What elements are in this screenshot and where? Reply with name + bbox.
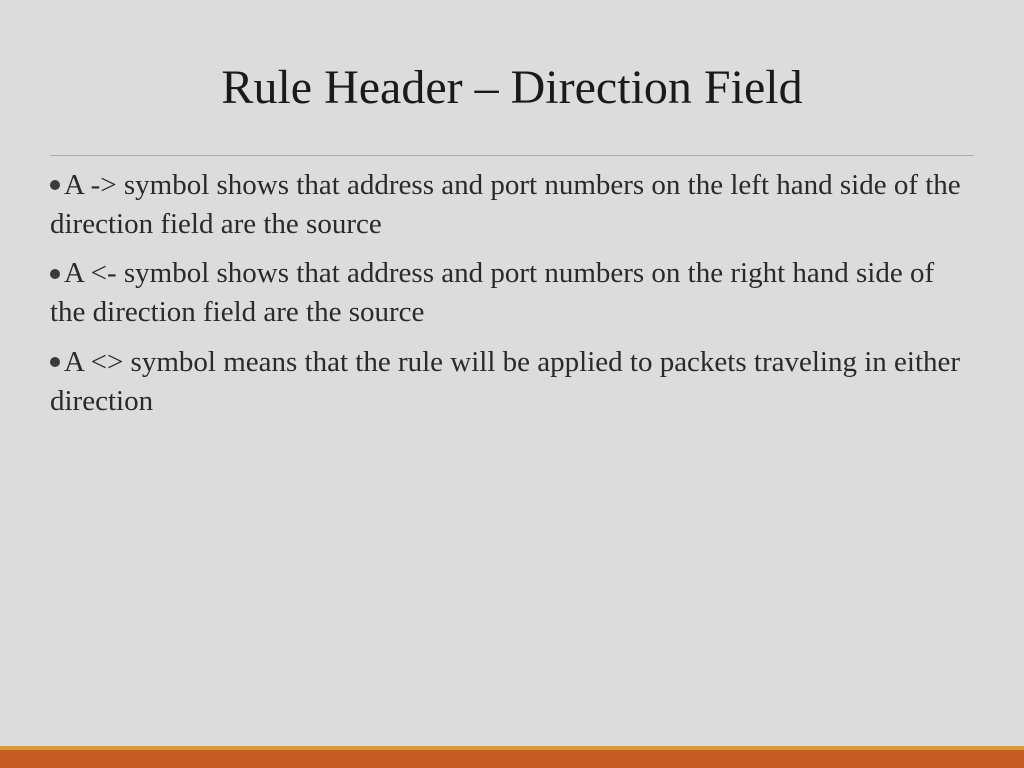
bullet-item: A <- symbol shows that address and port …: [50, 254, 974, 332]
footer-orange-stripe: [0, 750, 1024, 768]
slide-content: A -> symbol shows that address and port …: [50, 166, 974, 421]
title-divider: [50, 155, 974, 156]
bullet-item: A -> symbol shows that address and port …: [50, 166, 974, 244]
bullet-text: A <- symbol shows that address and port …: [50, 257, 934, 328]
bullet-text: A -> symbol shows that address and port …: [50, 169, 961, 240]
slide-container: Rule Header – Direction Field A -> symbo…: [0, 0, 1024, 768]
bullet-icon: [50, 357, 60, 367]
bullet-icon: [50, 269, 60, 279]
slide-title: Rule Header – Direction Field: [50, 60, 974, 115]
bullet-text: A <> symbol means that the rule will be …: [50, 346, 960, 417]
bullet-icon: [50, 180, 60, 190]
footer-bar: [0, 746, 1024, 768]
bullet-item: A <> symbol means that the rule will be …: [50, 343, 974, 421]
